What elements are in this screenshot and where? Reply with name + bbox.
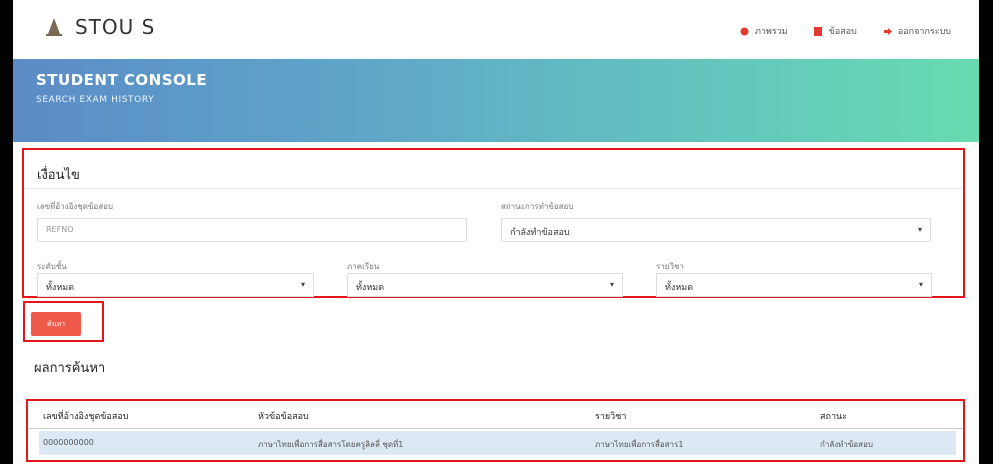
level-label: ระดับชั้น	[37, 262, 67, 271]
top-navbar: STOU S ภาพรวม ข้อสอบ ออกจากระบบ	[13, 0, 979, 59]
table-header: เลขที่อ้างอิงชุดข้อสอบ หัวข้อข้อสอบ รายว…	[28, 401, 963, 429]
search-button[interactable]: ค้นหา	[31, 312, 81, 336]
page-header: STUDENT CONSOLE SEARCH EXAM HISTORY	[13, 59, 979, 142]
ref-input[interactable]: REFNO	[37, 218, 467, 242]
subject-select-value: ทั้งหมด	[665, 283, 694, 293]
column-header-ref: เลขที่อ้างอิงชุดข้อสอบ	[43, 412, 129, 422]
conditions-heading: เงื่อนไข	[37, 168, 80, 183]
dashboard-icon	[740, 27, 749, 36]
ref-label: เลขที่อ้างอิงชุดข้อสอบ	[37, 202, 113, 211]
status-label: สถานะการทำข้อสอบ	[501, 202, 574, 211]
nav-logout-label: ออกจากระบบ	[897, 27, 951, 37]
page-subtitle: SEARCH EXAM HISTORY	[36, 95, 155, 105]
table-row[interactable]: 0000000000 ภาษาไทยเพื่อการสื่อสารโดยครูล…	[39, 431, 956, 455]
divider	[24, 188, 963, 189]
nav-overview[interactable]: ภาพรวม	[740, 24, 788, 38]
file-icon	[813, 26, 823, 36]
brand[interactable]: STOU S	[43, 15, 155, 39]
app-window: STOU S ภาพรวม ข้อสอบ ออกจากระบบ STUDENT …	[13, 0, 979, 464]
nav-exam[interactable]: ข้อสอบ	[813, 24, 857, 38]
term-select[interactable]: ทั้งหมด ▾	[347, 273, 623, 297]
search-button-highlight: ค้นหา	[23, 301, 104, 342]
page-title: STUDENT CONSOLE	[36, 71, 208, 89]
column-header-subject: รายวิชา	[595, 412, 627, 422]
term-label: ภาคเรียน	[347, 262, 380, 271]
results-heading: ผลการค้นหา	[34, 361, 106, 376]
results-table: เลขที่อ้างอิงชุดข้อสอบ หัวข้อข้อสอบ รายว…	[26, 399, 965, 462]
column-header-status: สถานะ	[820, 412, 847, 422]
chevron-down-icon: ▾	[609, 280, 614, 289]
chevron-down-icon: ▾	[300, 280, 305, 289]
cell-status: กำลังทำข้อสอบ	[820, 440, 873, 449]
status-select[interactable]: กำลังทำข้อสอบ ▾	[501, 218, 931, 242]
sign-out-icon	[883, 27, 892, 36]
nav-exam-label: ข้อสอบ	[828, 27, 857, 37]
chevron-down-icon: ▾	[917, 225, 922, 234]
status-select-value: กำลังทำข้อสอบ	[510, 228, 570, 238]
cell-ref: 0000000000	[43, 438, 94, 447]
nav-overview-label: ภาพรวม	[754, 27, 788, 37]
stupa-icon	[43, 16, 65, 38]
chevron-down-icon: ▾	[918, 280, 923, 289]
subject-select[interactable]: ทั้งหมด ▾	[656, 273, 932, 297]
level-select-value: ทั้งหมด	[46, 283, 75, 293]
cell-subject: ภาษาไทยเพื่อการสื่อสาร1	[595, 440, 684, 449]
level-select[interactable]: ทั้งหมด ▾	[37, 273, 314, 297]
subject-label: รายวิชา	[656, 262, 684, 271]
nav-logout[interactable]: ออกจากระบบ	[883, 24, 951, 38]
search-conditions-panel: เงื่อนไข เลขที่อ้างอิงชุดข้อสอบ REFNO สถ…	[22, 148, 965, 298]
term-select-value: ทั้งหมด	[356, 283, 385, 293]
column-header-title: หัวข้อข้อสอบ	[258, 412, 309, 422]
top-nav: ภาพรวม ข้อสอบ ออกจากระบบ	[740, 24, 951, 38]
cell-title: ภาษาไทยเพื่อการสื่อสารโดยครูลิลลี่ ชุดที…	[258, 440, 404, 449]
brand-name: STOU S	[75, 15, 156, 39]
